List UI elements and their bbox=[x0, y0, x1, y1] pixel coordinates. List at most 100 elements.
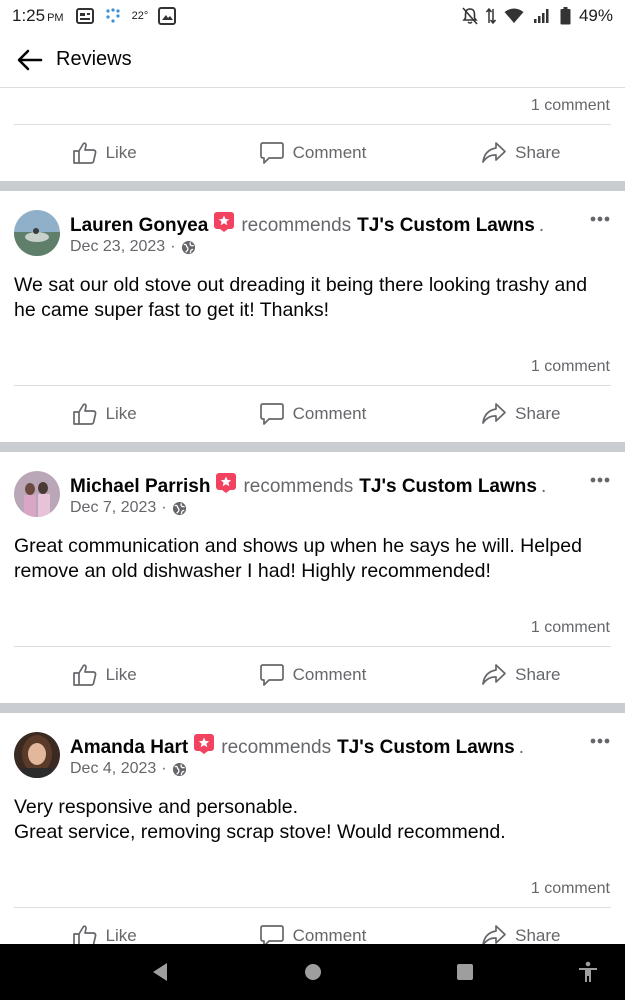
comment-count[interactable]: 1 comment bbox=[0, 871, 625, 907]
like-label: Like bbox=[105, 404, 137, 423]
share-arrow-icon bbox=[482, 664, 506, 685]
status-time-value: 1:25 bbox=[12, 6, 46, 25]
globe-icon bbox=[172, 501, 186, 515]
comment-label: Comment bbox=[292, 665, 367, 684]
more-options-button[interactable] bbox=[589, 211, 611, 222]
status-notification-icons: 22° bbox=[75, 7, 177, 25]
author-name[interactable]: Michael Parrish bbox=[70, 476, 210, 497]
like-button[interactable]: Like bbox=[0, 924, 208, 944]
post-date[interactable]: Dec 23, 2023 bbox=[70, 238, 165, 256]
page-title: Reviews bbox=[56, 48, 132, 70]
globe-icon bbox=[172, 762, 186, 776]
back-button[interactable] bbox=[14, 44, 46, 76]
thumbs-up-icon bbox=[72, 403, 96, 425]
avatar[interactable] bbox=[14, 210, 60, 256]
comment-label: Comment bbox=[292, 404, 367, 423]
ellipsis-icon bbox=[590, 738, 610, 744]
share-button[interactable]: Share bbox=[417, 141, 625, 165]
avatar[interactable] bbox=[14, 471, 60, 517]
thumbs-up-icon bbox=[72, 925, 96, 944]
circle-home-icon bbox=[305, 964, 321, 980]
share-button[interactable]: Share bbox=[417, 924, 625, 944]
business-name[interactable]: TJ's Custom Lawns bbox=[337, 737, 515, 758]
square-recents-icon bbox=[457, 964, 473, 980]
like-button[interactable]: Like bbox=[0, 141, 208, 165]
battery-icon bbox=[560, 7, 571, 25]
review-post: Lauren Gonyea recommends TJ's Custom Lawns… bbox=[0, 191, 625, 442]
review-text-line: he came super fast to get it! Thanks! bbox=[14, 299, 330, 321]
more-options-button[interactable] bbox=[589, 472, 611, 483]
post-actions: Like Comment Share bbox=[0, 647, 625, 703]
author-name[interactable]: Lauren Gonyea bbox=[70, 215, 208, 236]
comment-label: Comment bbox=[292, 143, 367, 162]
recommend-badge-icon bbox=[215, 472, 237, 501]
share-arrow-icon bbox=[482, 142, 506, 163]
meta-separator: · bbox=[161, 499, 167, 516]
share-arrow-icon bbox=[482, 925, 506, 944]
nav-recents-button[interactable] bbox=[450, 944, 480, 1000]
comment-button[interactable]: Comment bbox=[208, 663, 416, 687]
business-name[interactable]: TJ's Custom Lawns bbox=[357, 215, 535, 236]
share-button[interactable]: Share bbox=[417, 663, 625, 687]
thumbs-up-icon bbox=[72, 664, 96, 686]
post-title: Lauren Gonyea recommends TJ's Custom Lawns… bbox=[70, 211, 544, 240]
nav-back-button[interactable] bbox=[145, 944, 175, 1000]
globe-icon bbox=[181, 240, 195, 254]
app-header: Reviews bbox=[0, 32, 625, 88]
like-label: Like bbox=[105, 665, 137, 684]
ellipsis-icon bbox=[590, 477, 610, 483]
more-options-button[interactable] bbox=[589, 733, 611, 744]
news-icon bbox=[75, 8, 94, 24]
comment-count-label[interactable]: 1 comment bbox=[531, 97, 610, 115]
share-button[interactable]: Share bbox=[417, 402, 625, 426]
status-time-ampm: PM bbox=[47, 12, 64, 24]
like-button[interactable]: Like bbox=[0, 663, 208, 687]
review-text: Great communication and shows up when he… bbox=[0, 530, 625, 610]
review-text-line: Great communication and shows up when he… bbox=[14, 535, 582, 557]
comment-count[interactable]: 1 comment bbox=[0, 610, 625, 646]
data-transfer-icon bbox=[485, 7, 496, 25]
comment-count-label[interactable]: 1 comment bbox=[531, 880, 610, 898]
comment-button[interactable]: Comment bbox=[208, 402, 416, 426]
post-separator bbox=[0, 442, 625, 452]
like-button[interactable]: Like bbox=[0, 402, 208, 426]
share-arrow-icon bbox=[482, 403, 506, 424]
share-label: Share bbox=[515, 665, 561, 684]
post-date[interactable]: Dec 7, 2023 bbox=[70, 499, 156, 517]
recommend-badge-icon bbox=[213, 211, 235, 240]
reviews-feed[interactable]: 1 comment Like Comment Share Lauren Gony… bbox=[0, 88, 625, 944]
recommend-badge-icon bbox=[193, 733, 215, 762]
review-post-partial: 1 comment Like Comment Share bbox=[0, 88, 625, 181]
image-app-icon bbox=[158, 7, 177, 25]
accessibility-icon bbox=[579, 961, 597, 982]
nav-home-button[interactable] bbox=[298, 944, 328, 1000]
meta-separator: · bbox=[170, 238, 176, 255]
post-date[interactable]: Dec 4, 2023 bbox=[70, 760, 156, 778]
comment-count-label[interactable]: 1 comment bbox=[531, 358, 610, 376]
status-system-icons: 49% bbox=[462, 6, 613, 26]
review-post: Amanda Hart recommends TJ's Custom Lawns. … bbox=[0, 713, 625, 944]
speech-bubble-icon bbox=[259, 664, 284, 686]
author-name[interactable]: Amanda Hart bbox=[70, 737, 188, 758]
comment-label: Comment bbox=[292, 926, 367, 944]
share-label: Share bbox=[515, 404, 561, 423]
thumbs-up-icon bbox=[72, 142, 96, 164]
avatar[interactable] bbox=[14, 732, 60, 778]
review-post: Michael Parrish recommends TJ's Custom Law… bbox=[0, 452, 625, 703]
speech-bubble-icon bbox=[259, 925, 284, 944]
recommends-label: recommends bbox=[241, 215, 352, 236]
title-dot: . bbox=[540, 476, 547, 497]
status-time: 1:25 PM bbox=[12, 6, 64, 26]
like-label: Like bbox=[105, 143, 137, 162]
speech-bubble-icon bbox=[259, 403, 284, 425]
business-name[interactable]: TJ's Custom Lawns bbox=[359, 476, 537, 497]
comment-button[interactable]: Comment bbox=[208, 924, 416, 944]
wifi-icon bbox=[504, 8, 524, 24]
status-bar: 1:25 PM 22° 49% bbox=[0, 0, 625, 32]
comment-count[interactable]: 1 comment bbox=[0, 349, 625, 385]
comment-count-label[interactable]: 1 comment bbox=[531, 619, 610, 637]
accessibility-button[interactable] bbox=[573, 944, 603, 1000]
post-separator bbox=[0, 703, 625, 713]
comment-button[interactable]: Comment bbox=[208, 141, 416, 165]
comment-count[interactable]: 1 comment bbox=[0, 88, 625, 124]
